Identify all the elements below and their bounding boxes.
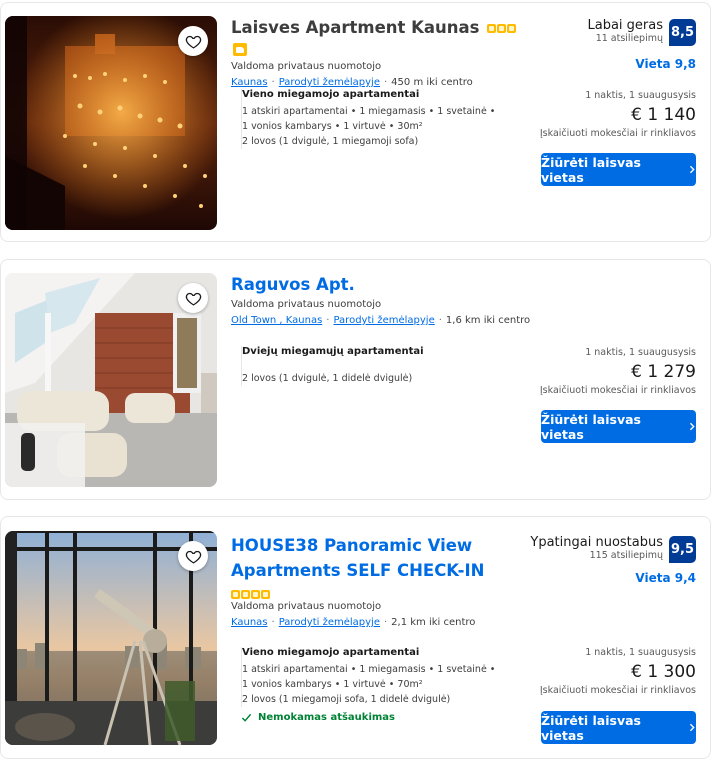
free-cancellation: Nemokamas atšaukimas: [241, 712, 511, 723]
location-score: Vieta 9,4: [635, 571, 696, 585]
location-row: Old Town , Kaunas · Parodyti žemėlapyje · 1,…: [231, 315, 531, 326]
distance: 450 m iki centro: [391, 77, 473, 88]
managed-by: Valdoma privataus nuomotojo: [231, 61, 382, 72]
heart-icon: [185, 550, 201, 564]
favorite-button[interactable]: [178, 541, 208, 571]
chevron-right-icon: [689, 723, 695, 732]
distance: 1,6 km iki centro: [445, 315, 531, 326]
property-photo[interactable]: [5, 273, 217, 487]
price-block: 1 naktis, 1 suaugusysis € 1 300 Įskaičiu…: [540, 647, 696, 696]
star-icon: [486, 24, 496, 33]
chevron-right-icon: [689, 422, 695, 431]
thumbs-up-icon: [233, 43, 247, 56]
see-availability-button[interactable]: Žiūrėti laisvas vietas: [541, 153, 696, 186]
free-cancellation-label: Nemokamas atšaukimas: [258, 712, 395, 723]
location-row: Kaunas · Parodyti žemėlapyje · 450 m iki cen…: [231, 77, 473, 88]
taxes-note: Įskaičiuoti mokesčiai ir rinkliavos: [539, 385, 696, 396]
star-icon: [251, 590, 260, 599]
room-line: 2 lovos (1 miegamoji sofa, 1 didelė dvig…: [242, 694, 451, 705]
room-details: Dviejų miegamųjų apartamentai 2 lovos (1…: [241, 346, 511, 386]
button-label: Žiūrėti laisvas vietas: [541, 154, 641, 185]
show-on-map-link[interactable]: Parodyti žemėlapyje: [279, 617, 380, 628]
score-badge: 9,5: [669, 536, 696, 563]
stay-info: 1 naktis, 1 suaugusysis: [585, 347, 696, 358]
star-rating: [231, 590, 270, 599]
score-badge: 8,5: [669, 19, 696, 46]
review-count: 115 atsiliepimų: [589, 550, 663, 561]
room-line: 2 lovos (1 dvigulė, 1 miegamoji sofa): [242, 136, 419, 147]
heart-icon: [185, 35, 201, 49]
star-rating: [486, 24, 516, 33]
property-card[interactable]: Laisves Apartment Kaunas Valdoma privata…: [0, 2, 711, 242]
location-score: Vieta 9,8: [635, 57, 696, 71]
stay-info: 1 naktis, 1 suaugusysis: [585, 647, 696, 658]
review-score[interactable]: Ypatingai nuostabus 115 atsiliepimų 9,5: [530, 536, 696, 563]
price: € 1 279: [631, 362, 696, 382]
review-count: 11 atsiliepimų: [595, 33, 663, 44]
property-title-line-2[interactable]: Apartments SELF CHECK-IN: [231, 560, 531, 582]
managed-by: Valdoma privataus nuomotojo: [231, 601, 382, 612]
distance: 2,1 km iki centro: [391, 617, 476, 628]
room-line: 1 vonios kambarys • 1 virtuvė • 30m²: [242, 121, 423, 132]
button-label: Žiūrėti laisvas vietas: [541, 712, 641, 743]
rating-word: Labai geras: [587, 18, 663, 33]
property-card[interactable]: Raguvos Apt. Valdoma privataus nuomotojo…: [0, 259, 711, 500]
taxes-note: Įskaičiuoti mokesčiai ir rinkliavos: [539, 685, 696, 696]
star-icon: [231, 590, 240, 599]
button-label: Žiūrėti laisvas vietas: [541, 411, 641, 442]
location-link[interactable]: Kaunas: [231, 77, 268, 88]
location-row: Kaunas · Parodyti žemėlapyje · 2,1 km iki ce…: [231, 617, 476, 628]
favorite-button[interactable]: [178, 26, 208, 56]
review-score[interactable]: Labai geras 11 atsiliepimų 8,5: [587, 19, 696, 46]
property-photo[interactable]: [5, 531, 217, 745]
managed-by: Valdoma privataus nuomotojo: [231, 299, 382, 310]
property-title-line-1[interactable]: HOUSE38 Panoramic View: [231, 535, 531, 557]
check-icon: [241, 713, 252, 722]
rating-word: Ypatingai nuostabus: [530, 535, 663, 550]
see-availability-button[interactable]: Žiūrėti laisvas vietas: [541, 711, 696, 744]
price-block: 1 naktis, 1 suaugusysis € 1 279 Įskaičiu…: [540, 347, 696, 396]
taxes-note: Įskaičiuoti mokesčiai ir rinkliavos: [539, 128, 696, 139]
location-link[interactable]: Old Town , Kaunas: [231, 315, 322, 326]
favorite-button[interactable]: [178, 283, 208, 313]
stay-info: 1 naktis, 1 suaugusysis: [585, 90, 696, 101]
property-title[interactable]: Laisves Apartment Kaunas: [231, 18, 480, 37]
room-line: 1 atskiri apartamentai • 1 miegamasis • …: [242, 664, 496, 675]
show-on-map-link[interactable]: Parodyti žemėlapyje: [279, 77, 380, 88]
heart-icon: [185, 292, 201, 306]
star-icon: [261, 590, 270, 599]
show-on-map-link[interactable]: Parodyti žemėlapyje: [333, 315, 434, 326]
price-block: 1 naktis, 1 suaugusysis € 1 140 Įskaičiu…: [540, 90, 696, 139]
star-icon: [496, 24, 506, 33]
property-card[interactable]: HOUSE38 Panoramic View Apartments SELF C…: [0, 516, 711, 759]
room-details: Vieno miegamojo apartamentai 1 atskiri a…: [241, 647, 511, 723]
room-line: 2 lovos (1 dvigulė, 1 didelė dvigulė): [242, 373, 413, 384]
room-details: Vieno miegamojo apartamentai 1 atskiri a…: [241, 89, 511, 149]
room-name: Vieno miegamojo apartamentai: [242, 647, 420, 658]
see-availability-button[interactable]: Žiūrėti laisvas vietas: [541, 410, 696, 443]
star-icon: [241, 590, 250, 599]
room-line: 1 atskiri apartamentai • 1 miegamasis • …: [242, 106, 496, 117]
room-name: Dviejų miegamųjų apartamentai: [242, 346, 424, 357]
chevron-right-icon: [689, 165, 695, 174]
price: € 1 300: [631, 662, 696, 682]
room-name: Vieno miegamojo apartamentai: [242, 89, 420, 100]
price: € 1 140: [631, 105, 696, 125]
location-link[interactable]: Kaunas: [231, 617, 268, 628]
room-line: 1 vonios kambarys • 1 virtuvė • 70m²: [242, 679, 423, 690]
property-title[interactable]: Raguvos Apt.: [231, 275, 355, 294]
star-icon: [506, 24, 516, 33]
property-photo[interactable]: [5, 16, 217, 230]
